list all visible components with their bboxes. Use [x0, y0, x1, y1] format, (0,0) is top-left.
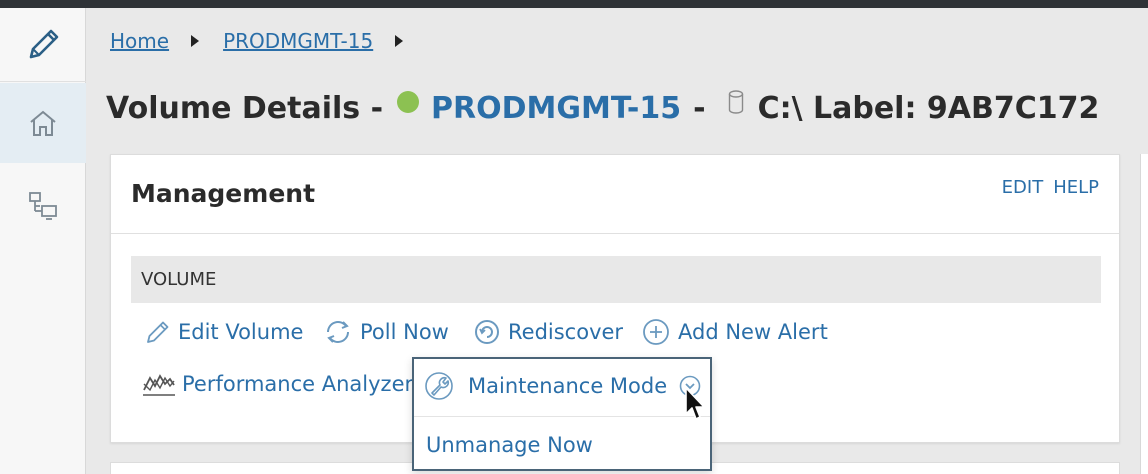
page-title-node-link[interactable]: PRODMGMT-15 — [431, 91, 681, 126]
pencil-icon — [29, 29, 59, 58]
page-title: Volume Details - PRODMGMT-15 - C:\ Label… — [106, 86, 1099, 130]
edit-volume-link[interactable]: Edit Volume — [144, 318, 303, 346]
section-header-volume: VOLUME — [131, 256, 1101, 303]
page-title-prefix: Volume Details - — [106, 90, 384, 126]
sidebar-item-home[interactable] — [0, 83, 86, 163]
panel-help-button[interactable]: HELP — [1053, 177, 1099, 198]
add-new-alert-link[interactable]: Add New Alert — [642, 318, 828, 346]
sidebar-item-network[interactable] — [0, 166, 86, 246]
performance-analyzer-label: Performance Analyzer — [182, 372, 414, 396]
breadcrumb-node-link[interactable]: PRODMGMT-15 — [223, 29, 373, 53]
unmanage-now-option[interactable]: Unmanage Now — [426, 433, 593, 457]
maintenance-mode-dropdown: Maintenance Mode Unmanage Now — [412, 357, 712, 471]
page-title-volume: C:\ Label: 9AB7C172 — [757, 90, 1100, 126]
wrench-icon — [425, 372, 453, 400]
sidebar — [0, 8, 86, 474]
poll-now-label: Poll Now — [360, 320, 449, 344]
adjacent-panel-edge — [1140, 154, 1148, 474]
breadcrumb-separator-icon — [191, 35, 200, 47]
pencil-icon — [147, 321, 169, 343]
breadcrumb-separator-icon — [395, 35, 404, 47]
rediscover-icon — [475, 320, 499, 344]
panel-actions: EDIT HELP — [1002, 177, 1099, 198]
dropdown-divider — [414, 416, 710, 417]
performance-analyzer-link[interactable]: Performance Analyzer — [142, 370, 413, 398]
top-bar — [0, 0, 1148, 8]
add-new-alert-label: Add New Alert — [678, 320, 828, 344]
panel-divider — [111, 233, 1119, 234]
unmanage-now-label: Unmanage Now — [426, 433, 593, 457]
rediscover-label: Rediscover — [508, 320, 624, 344]
panel-title: Management — [131, 179, 316, 208]
maintenance-mode-label: Maintenance Mode — [468, 374, 668, 398]
add-circle-icon — [643, 319, 669, 345]
edit-volume-label: Edit Volume — [178, 320, 304, 344]
mouse-pointer-icon — [685, 387, 705, 420]
disk-icon — [728, 90, 743, 114]
page-title-separator: - — [693, 90, 706, 126]
poll-now-link[interactable]: Poll Now — [322, 318, 449, 346]
breadcrumb-home-link[interactable]: Home — [110, 29, 169, 53]
breadcrumb: Home PRODMGMT-15 — [110, 28, 427, 54]
home-icon — [30, 110, 56, 136]
performance-chart-icon — [143, 374, 175, 396]
maintenance-mode-button[interactable]: Maintenance Mode — [424, 371, 707, 401]
rediscover-link[interactable]: Rediscover — [472, 318, 623, 346]
refresh-icon — [327, 321, 349, 343]
sidebar-item-edit[interactable] — [0, 8, 86, 82]
status-up-icon — [397, 91, 420, 113]
panel-edit-button[interactable]: EDIT — [1002, 177, 1044, 198]
network-icon — [29, 192, 57, 220]
